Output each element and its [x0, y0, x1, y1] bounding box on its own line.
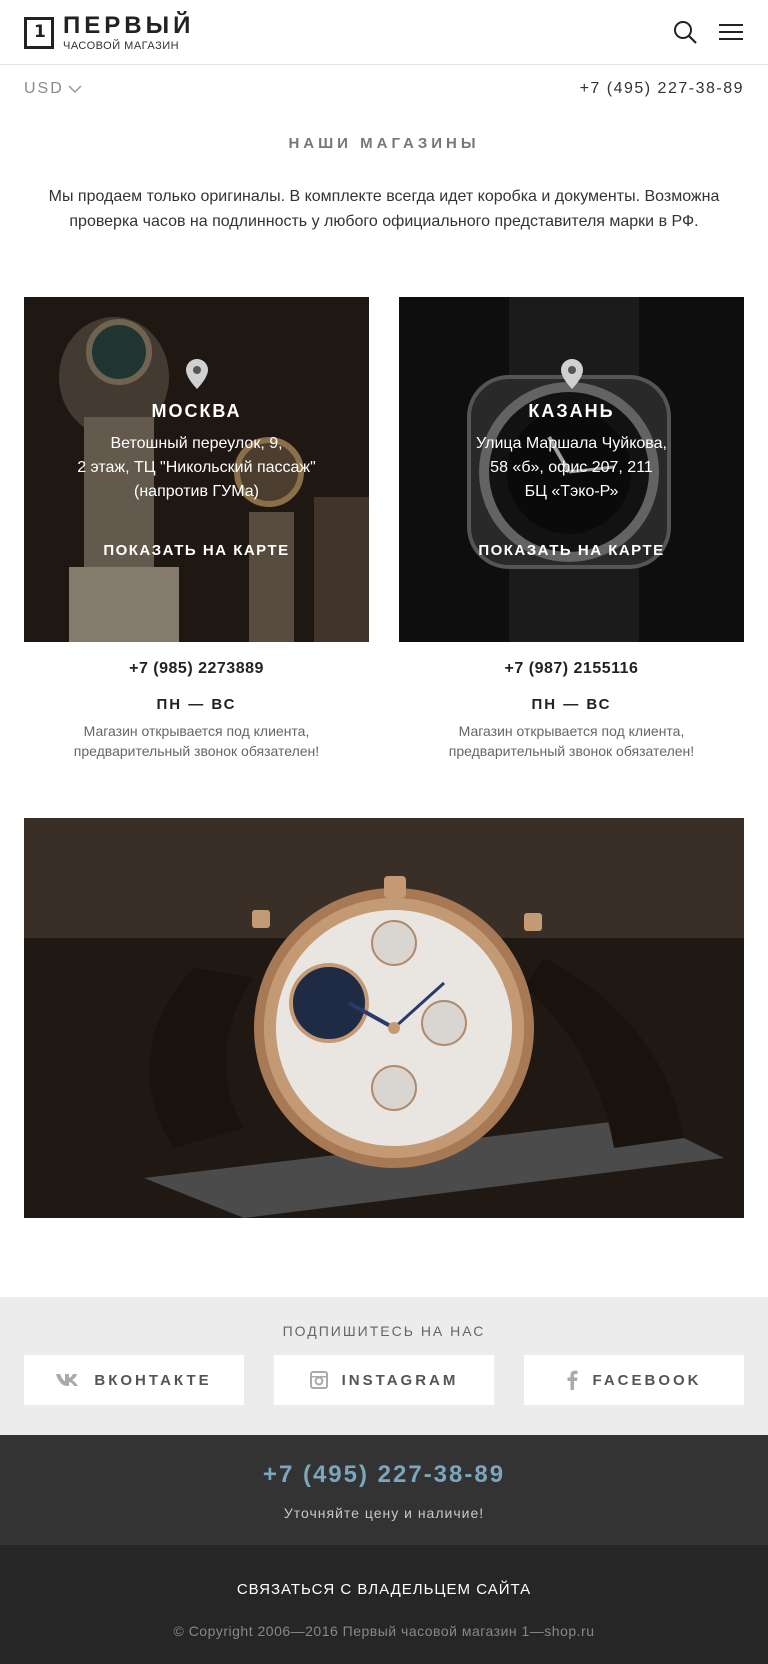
store-info-kazan: +7 (987) 2155116 ПН — ВС Магазин открыва… — [399, 660, 744, 761]
logo-digit: 1 — [34, 22, 46, 42]
store-phone[interactable]: +7 (985) 2273889 — [24, 660, 369, 678]
footer-note: Уточняйте цену и наличие! — [283, 1505, 485, 1521]
logo-subtitle: ЧАСОВОЙ МАГАЗИН — [63, 40, 180, 52]
facebook-icon — [567, 1370, 579, 1390]
show-on-map-link[interactable]: ПОКАЗАТЬ НА КАРТЕ — [399, 542, 744, 559]
watch-banner-image — [24, 818, 744, 1218]
map-pin-icon — [185, 359, 208, 389]
vk-icon — [56, 1374, 79, 1386]
intro-text: Мы продаем только оригиналы. В комплекте… — [48, 188, 720, 230]
footer-bottom: СВЯЗАТЬСЯ С ВЛАДЕЛЬЦЕМ САЙТА © Copyright… — [0, 1545, 768, 1664]
logo-mark: 1 — [24, 17, 54, 49]
page-title: НАШИ МАГАЗИНЫ — [288, 135, 480, 152]
footer-contact: +7 (495) 227-38-89 Уточняйте цену и нали… — [0, 1435, 768, 1545]
instagram-icon — [309, 1371, 328, 1389]
header-phone[interactable]: +7 (495) 227-38-89 — [580, 80, 744, 98]
logo-title: ПЕРВЫЙ — [63, 12, 195, 39]
store-address: Ветошный переулок, 9, 2 этаж, ТЦ "Николь… — [77, 435, 316, 500]
store-info-moscow: +7 (985) 2273889 ПН — ВС Магазин открыва… — [24, 660, 369, 761]
footer-phone[interactable]: +7 (495) 227-38-89 — [0, 1461, 768, 1489]
search-icon[interactable] — [672, 19, 698, 45]
store-card-content: КАЗАНЬ Улица Маршала Чуйкова, 58 «б», оф… — [399, 359, 744, 504]
vk-label: ВКОНТАКТЕ — [94, 1371, 212, 1389]
store-phone[interactable]: +7 (987) 2155116 — [399, 660, 744, 678]
vk-button[interactable]: ВКОНТАКТЕ — [24, 1355, 244, 1405]
instagram-button[interactable]: INSTAGRAM — [274, 1355, 494, 1405]
site-header: 1 ПЕРВЫЙ ЧАСОВОЙ МАГАЗИН — [0, 0, 768, 65]
store-card-content: МОСКВА Ветошный переулок, 9, 2 этаж, ТЦ … — [24, 359, 369, 504]
store-city: МОСКВА — [151, 401, 242, 421]
store-note: Магазин открывается под клиента, предвар… — [73, 723, 320, 759]
map-pin-icon — [560, 359, 583, 389]
instagram-label: INSTAGRAM — [341, 1371, 459, 1389]
currency-selector[interactable]: USD — [24, 80, 82, 98]
store-note: Магазин открывается под клиента, предвар… — [448, 723, 695, 759]
facebook-button[interactable]: FACEBOOK — [524, 1355, 744, 1405]
subscribe-title: ПОДПИШИТЕСЬ НА НАС — [282, 1323, 486, 1339]
facebook-label: FACEBOOK — [592, 1371, 702, 1389]
site-logo[interactable]: 1 ПЕРВЫЙ ЧАСОВОЙ МАГАЗИН — [24, 14, 194, 52]
subscribe-section: ПОДПИШИТЕСЬ НА НАС ВКОНТАКТЕ INSTAGRAM F… — [0, 1297, 768, 1435]
chevron-down-icon — [68, 85, 82, 94]
store-hours: ПН — ВС — [156, 696, 237, 713]
store-card-moscow: МОСКВА Ветошный переулок, 9, 2 этаж, ТЦ … — [24, 297, 369, 642]
store-address: Улица Маршала Чуйкова, 58 «б», офис 207,… — [476, 435, 667, 500]
watch-photo — [24, 818, 744, 1218]
currency-label: USD — [24, 80, 64, 97]
hamburger-menu-icon[interactable] — [718, 19, 744, 45]
copyright-text: © Copyright 2006—2016 Первый часовой маг… — [173, 1623, 595, 1639]
logo-text: ПЕРВЫЙ ЧАСОВОЙ МАГАЗИН — [63, 14, 194, 52]
contact-owner-link[interactable]: СВЯЗАТЬСЯ С ВЛАДЕЛЬЦЕМ САЙТА — [0, 1581, 768, 1598]
store-city: КАЗАНЬ — [528, 401, 615, 421]
store-hours: ПН — ВС — [531, 696, 612, 713]
store-card-kazan: КАЗАНЬ Улица Маршала Чуйкова, 58 «б», оф… — [399, 297, 744, 642]
show-on-map-link[interactable]: ПОКАЗАТЬ НА КАРТЕ — [24, 542, 369, 559]
